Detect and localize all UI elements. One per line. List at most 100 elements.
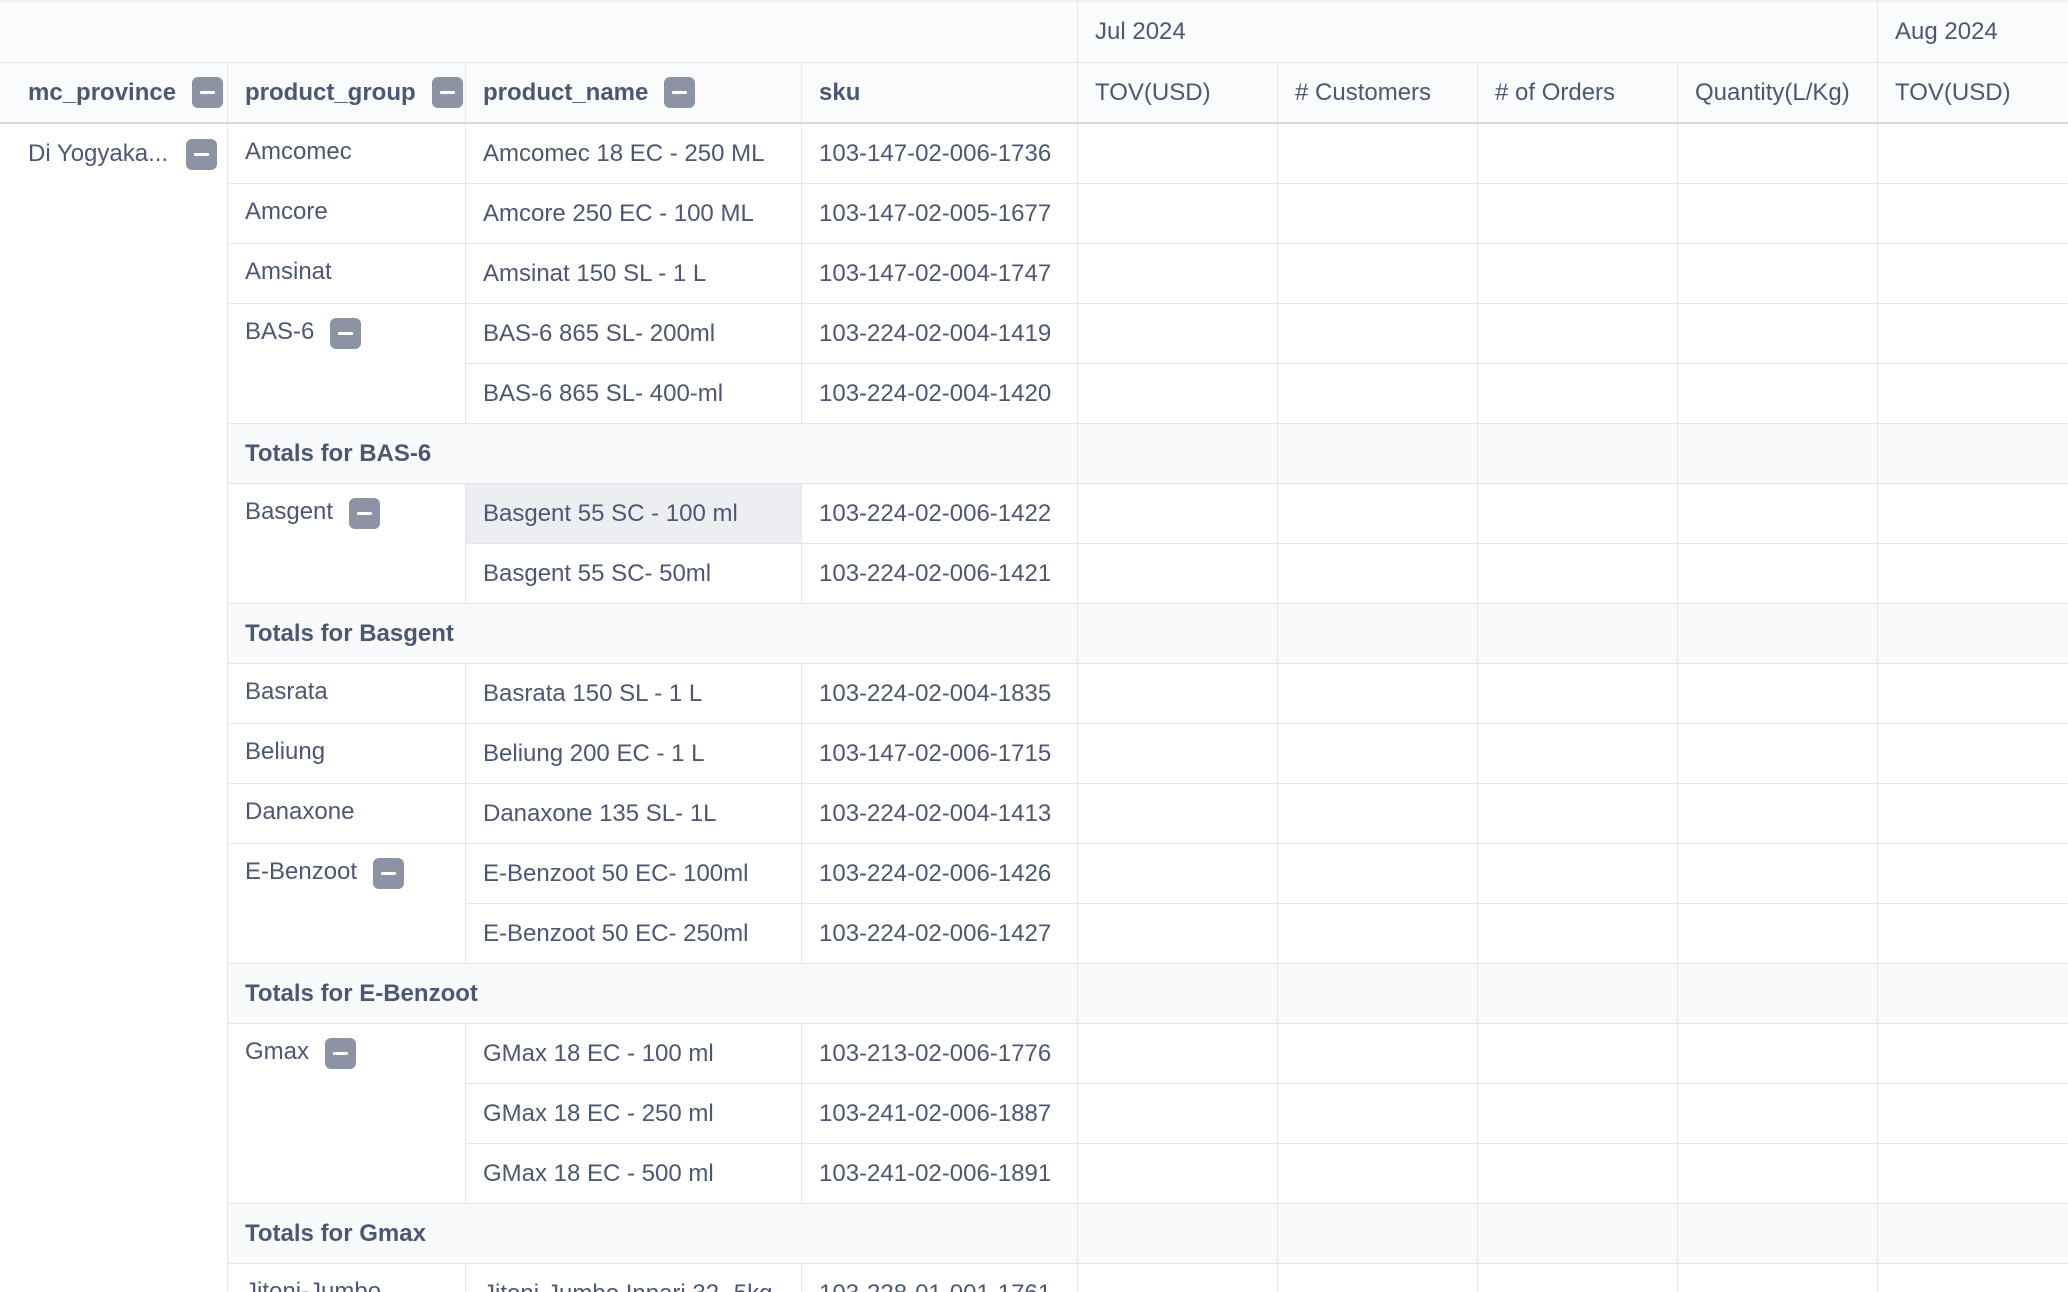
metric-cell[interactable]	[1077, 484, 1277, 544]
metric-cell[interactable]	[1677, 184, 1877, 244]
metric-cell[interactable]	[1277, 184, 1477, 244]
sku-cell[interactable]: 103-147-02-006-1736	[801, 124, 1077, 184]
product-name-cell[interactable]: E-Benzoot 50 EC- 100ml	[465, 844, 801, 904]
column-header-product-name[interactable]: product_name	[465, 63, 801, 124]
metric-cell[interactable]	[1877, 484, 2068, 544]
product-group-cell[interactable]: Amcore	[227, 184, 465, 244]
metric-cell[interactable]	[1077, 1264, 1277, 1292]
product-name-cell[interactable]: BAS-6 865 SL- 200ml	[465, 304, 801, 364]
metric-cell[interactable]	[1477, 1264, 1677, 1292]
metric-cell[interactable]	[1477, 904, 1677, 964]
collapse-toggle-icon[interactable]	[349, 498, 381, 529]
column-header-sku[interactable]: sku	[801, 63, 1077, 124]
product-name-cell[interactable]: Beliung 200 EC - 1 L	[465, 724, 801, 784]
metric-cell[interactable]	[1677, 1204, 1877, 1264]
metric-cell[interactable]	[1277, 484, 1477, 544]
metric-cell[interactable]	[1877, 724, 2068, 784]
metric-cell[interactable]	[1077, 1144, 1277, 1204]
product-name-cell[interactable]: Danaxone 135 SL- 1L	[465, 784, 801, 844]
metric-cell[interactable]	[1477, 124, 1677, 184]
collapse-toggle-icon[interactable]	[192, 77, 224, 108]
metric-cell[interactable]	[1077, 424, 1277, 484]
sku-cell[interactable]: 103-224-02-004-1835	[801, 664, 1077, 724]
product-name-cell[interactable]: Basrata 150 SL - 1 L	[465, 664, 801, 724]
metric-cell[interactable]	[1077, 904, 1277, 964]
product-name-cell[interactable]: BAS-6 865 SL- 400-ml	[465, 364, 801, 424]
metric-cell[interactable]	[1877, 964, 2068, 1024]
metric-cell[interactable]	[1477, 184, 1677, 244]
sku-cell[interactable]: 103-147-02-006-1715	[801, 724, 1077, 784]
metric-cell[interactable]	[1277, 544, 1477, 604]
metric-cell[interactable]	[1277, 664, 1477, 724]
sku-cell[interactable]: 103-224-02-006-1421	[801, 544, 1077, 604]
product-name-cell[interactable]: Basgent 55 SC- 50ml	[465, 544, 801, 604]
metric-cell[interactable]	[1877, 1204, 2068, 1264]
metric-cell[interactable]	[1277, 724, 1477, 784]
metric-cell[interactable]	[1277, 364, 1477, 424]
sku-cell[interactable]: 103-224-02-004-1419	[801, 304, 1077, 364]
product-group-cell[interactable]: Jitoni-Jumbo	[227, 1264, 465, 1292]
product-group-cell[interactable]: Basgent	[227, 484, 465, 604]
metric-cell[interactable]	[1677, 424, 1877, 484]
metric-cell[interactable]	[1877, 124, 2068, 184]
column-header-mc-province[interactable]: mc_province	[0, 63, 227, 124]
metric-cell[interactable]	[1277, 1084, 1477, 1144]
column-header-orders[interactable]: # of Orders	[1477, 63, 1677, 124]
metric-cell[interactable]	[1877, 244, 2068, 304]
product-name-cell[interactable]: GMax 18 EC - 250 ml	[465, 1084, 801, 1144]
metric-cell[interactable]	[1277, 604, 1477, 664]
product-group-cell[interactable]: Basrata	[227, 664, 465, 724]
metric-cell[interactable]	[1277, 124, 1477, 184]
metric-cell[interactable]	[1677, 364, 1877, 424]
metric-cell[interactable]	[1477, 424, 1677, 484]
product-group-cell[interactable]: Beliung	[227, 724, 465, 784]
metric-cell[interactable]	[1077, 784, 1277, 844]
sku-cell[interactable]: 103-224-02-006-1426	[801, 844, 1077, 904]
metric-cell[interactable]	[1277, 1024, 1477, 1084]
metric-cell[interactable]	[1077, 184, 1277, 244]
product-group-cell[interactable]: E-Benzoot	[227, 844, 465, 964]
metric-cell[interactable]	[1877, 1084, 2068, 1144]
column-header-quantity[interactable]: Quantity(L/Kg)	[1677, 63, 1877, 124]
metric-cell[interactable]	[1277, 784, 1477, 844]
sku-cell[interactable]: 103-224-02-006-1427	[801, 904, 1077, 964]
metric-cell[interactable]	[1277, 904, 1477, 964]
metric-cell[interactable]	[1077, 1084, 1277, 1144]
sku-cell[interactable]: 103-224-02-004-1420	[801, 364, 1077, 424]
sku-cell[interactable]: 103-224-02-006-1422	[801, 484, 1077, 544]
column-header-tov-usd[interactable]: TOV(USD)	[1877, 63, 2068, 124]
metric-cell[interactable]	[1277, 304, 1477, 364]
sku-cell[interactable]: 103-213-02-006-1776	[801, 1024, 1077, 1084]
metric-cell[interactable]	[1677, 844, 1877, 904]
metric-cell[interactable]	[1477, 1144, 1677, 1204]
metric-cell[interactable]	[1477, 544, 1677, 604]
metric-cell[interactable]	[1677, 1264, 1877, 1292]
metric-cell[interactable]	[1677, 784, 1877, 844]
metric-cell[interactable]	[1477, 484, 1677, 544]
metric-cell[interactable]	[1477, 244, 1677, 304]
sku-cell[interactable]: 103-147-02-004-1747	[801, 244, 1077, 304]
metric-cell[interactable]	[1477, 364, 1677, 424]
sku-cell[interactable]: 103-147-02-005-1677	[801, 184, 1077, 244]
metric-cell[interactable]	[1077, 1204, 1277, 1264]
metric-cell[interactable]	[1477, 664, 1677, 724]
metric-cell[interactable]	[1077, 724, 1277, 784]
metric-cell[interactable]	[1877, 784, 2068, 844]
metric-cell[interactable]	[1277, 1264, 1477, 1292]
metric-cell[interactable]	[1277, 244, 1477, 304]
collapse-toggle-icon[interactable]	[186, 138, 218, 170]
product-name-cell[interactable]: E-Benzoot 50 EC- 250ml	[465, 904, 801, 964]
metric-cell[interactable]	[1877, 1264, 2068, 1292]
metric-cell[interactable]	[1477, 784, 1677, 844]
product-name-cell[interactable]: Jitoni-Jumbo Inpari 32- 5kg	[465, 1264, 801, 1292]
collapse-toggle-icon[interactable]	[325, 1038, 357, 1069]
metric-cell[interactable]	[1477, 1204, 1677, 1264]
column-header-product-group[interactable]: product_group	[227, 63, 465, 124]
metric-cell[interactable]	[1877, 604, 2068, 664]
metric-cell[interactable]	[1077, 844, 1277, 904]
metric-cell[interactable]	[1677, 1024, 1877, 1084]
metric-cell[interactable]	[1677, 1084, 1877, 1144]
metric-cell[interactable]	[1677, 544, 1877, 604]
metric-cell[interactable]	[1277, 964, 1477, 1024]
metric-cell[interactable]	[1677, 244, 1877, 304]
